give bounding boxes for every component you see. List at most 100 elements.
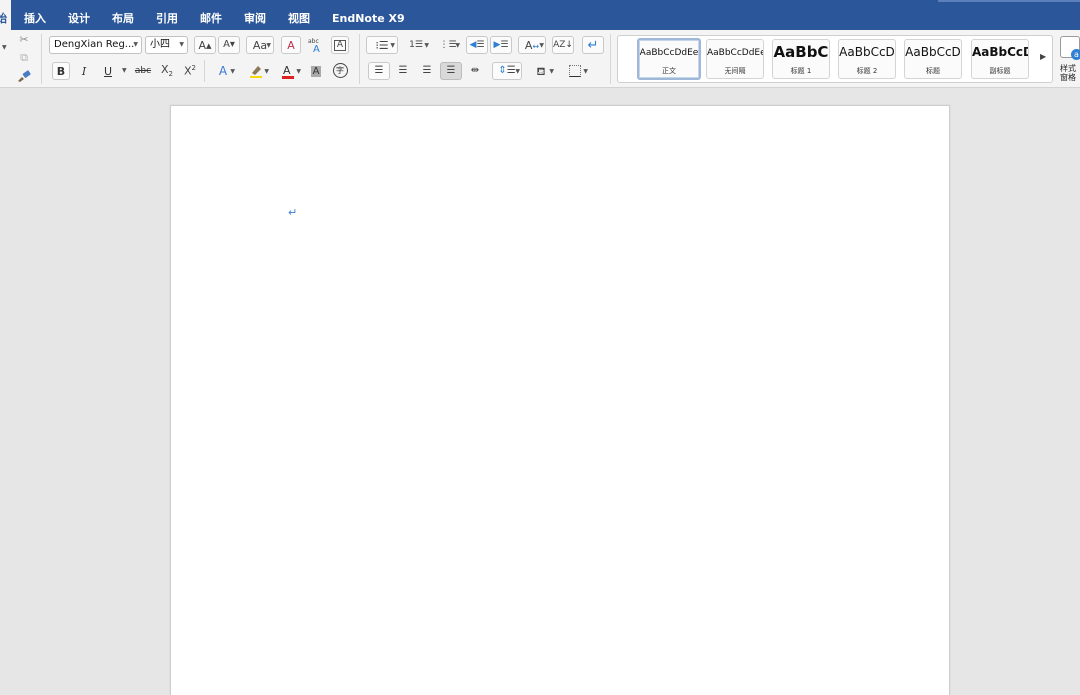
paragraph-mark-icon: ↵ [587, 37, 599, 53]
text-effects-button[interactable]: A ▼ [209, 62, 237, 80]
bullets-button[interactable]: ⁝☰ ▼ [366, 36, 398, 54]
style-subtitle[interactable]: AaBbCcD 副标题 [971, 39, 1029, 79]
change-case-icon: Aa [252, 38, 268, 52]
chevron-down-icon: ▼ [455, 42, 460, 49]
character-border-button[interactable]: A [331, 36, 349, 54]
text-direction-icon: A↔ [524, 38, 540, 52]
strikethrough-button[interactable]: abc [132, 62, 154, 80]
chevron-down-icon: ▼ [515, 68, 520, 75]
svg-text:A: A [283, 64, 291, 77]
tab-design[interactable]: 设计 [68, 0, 90, 30]
subscript-button[interactable]: X2 [158, 62, 176, 80]
style-sample: AaBbCcD [972, 45, 1029, 59]
show-formatting-marks-button[interactable]: ↵ [582, 36, 604, 54]
underline-dropdown-caret[interactable]: ▼ [122, 67, 127, 74]
character-shading-button[interactable]: A [307, 62, 325, 80]
style-sample: AaBbC [773, 43, 829, 61]
decrease-indent-icon: ◀☰ [469, 39, 485, 50]
numbering-button[interactable]: 1☰ ▼ [400, 36, 432, 54]
grow-font-button[interactable]: A▴ [194, 36, 216, 54]
borders-icon [569, 65, 581, 77]
decrease-indent-button[interactable]: ◀☰ [466, 36, 488, 54]
gallery-next-arrow-icon[interactable]: ▶ [1040, 52, 1046, 61]
style-heading-1[interactable]: AaBbC 标题 1 [772, 39, 830, 79]
distributed-button[interactable]: ⇹ [464, 62, 486, 80]
strikethrough-label: abc [134, 66, 152, 76]
paintbrush-icon [18, 70, 31, 82]
align-center-button[interactable]: ☰ [392, 62, 414, 80]
tab-layout[interactable]: 布局 [112, 0, 134, 30]
enclose-characters-button[interactable]: 字 [330, 61, 350, 79]
styles-gallery: AaBbCcDdEe 正文 AaBbCcDdEe 无间隔 AaBbC 标题 1 … [617, 35, 1053, 83]
phonetic-guide-button[interactable]: abc A [305, 36, 327, 54]
scissors-icon: ✂ [19, 32, 29, 46]
format-painter-button[interactable] [15, 68, 33, 84]
borders-button[interactable]: ▼ [560, 62, 590, 80]
style-name: 副标题 [989, 67, 1011, 75]
justify-button[interactable]: ☰ [440, 62, 462, 80]
style-name: 标题 [926, 67, 940, 75]
chevron-down-icon: ▼ [266, 42, 271, 49]
increase-indent-button[interactable]: ▶☰ [490, 36, 512, 54]
font-color-button[interactable]: A ▼ [273, 62, 303, 80]
style-heading-2[interactable]: AaBbCcD 标题 2 [838, 39, 896, 79]
chevron-down-icon: ▼ [230, 68, 235, 75]
style-name: 标题 2 [856, 67, 878, 75]
tab-home[interactable]: 始 [0, 0, 11, 30]
style-sample: AaBbCcDdEe [707, 48, 764, 58]
align-left-button[interactable]: ☰ [368, 62, 390, 80]
document-page[interactable]: ↵ [170, 105, 950, 695]
chevron-down-icon: ▼ [264, 68, 269, 75]
style-title[interactable]: AaBbCcD 标题 [904, 39, 962, 79]
numbered-list-icon: 1☰ [409, 39, 423, 50]
increase-indent-icon: ▶☰ [493, 39, 509, 50]
svg-text:A: A [313, 44, 320, 53]
align-right-icon: ☰ [422, 65, 432, 76]
italic-button[interactable]: I [75, 62, 93, 80]
enclose-characters-label: 字 [332, 62, 348, 78]
chevron-down-icon: ▼ [583, 68, 588, 75]
shading-button[interactable]: ⛾ ▼ [526, 62, 556, 80]
styles-badge-icon: a [1071, 49, 1080, 60]
bulleted-list-icon: ⁝☰ [375, 38, 389, 52]
shrink-font-button[interactable]: A▾ [218, 36, 240, 54]
line-spacing-button[interactable]: ⇕☰ ▼ [492, 62, 522, 80]
tab-review[interactable]: 审阅 [244, 0, 266, 30]
character-shading-label: A [310, 65, 322, 77]
multilevel-list-icon: ⋮☰ [439, 39, 457, 50]
font-family-dropdown[interactable]: DengXian Reg... ▼ [49, 36, 142, 54]
eraser-icon: A [287, 38, 295, 52]
style-sample: AaBbCcD [905, 45, 961, 59]
tab-mailings[interactable]: 邮件 [200, 0, 222, 30]
multilevel-list-button[interactable]: ⋮☰ ▼ [434, 36, 462, 54]
font-size-dropdown[interactable]: 小四 ▼ [145, 36, 188, 54]
highlight-button[interactable]: ▼ [241, 62, 271, 80]
align-right-button[interactable]: ☰ [416, 62, 438, 80]
styles-pane-button[interactable]: a 样式窗格 [1058, 36, 1080, 86]
sort-button[interactable]: AZ↓ [552, 36, 574, 54]
copy-icon: ⧉ [20, 50, 28, 64]
text-direction-button[interactable]: A↔ ▼ [518, 36, 546, 54]
align-center-icon: ☰ [398, 65, 408, 76]
paint-bucket-icon: ⛾ [536, 64, 546, 78]
chevron-down-icon: ▼ [539, 42, 544, 49]
style-normal[interactable]: AaBbCcDdEe 正文 [637, 38, 701, 80]
font-color-icon: A [282, 64, 294, 79]
style-no-spacing[interactable]: AaBbCcDdEe 无间隔 [706, 39, 764, 79]
tab-view[interactable]: 视图 [288, 0, 310, 30]
bold-button[interactable]: B [52, 62, 70, 80]
style-sample: AaBbCcDdEe [639, 48, 699, 58]
tab-insert[interactable]: 插入 [24, 0, 46, 30]
cut-button[interactable]: ✂ [16, 31, 32, 47]
copy-button[interactable]: ⧉ [16, 49, 32, 65]
paste-dropdown-caret[interactable]: ▼ [2, 44, 7, 51]
underline-button[interactable]: U [98, 62, 118, 80]
clear-formatting-button[interactable]: A [281, 36, 301, 54]
align-left-icon: ☰ [374, 65, 384, 76]
tab-references[interactable]: 引用 [156, 0, 178, 30]
change-case-button[interactable]: Aa ▼ [246, 36, 274, 54]
grow-font-icon: A▴ [198, 38, 212, 52]
phonetic-guide-icon: abc A [308, 38, 320, 53]
tab-endnote[interactable]: EndNote X9 [332, 0, 405, 30]
superscript-button[interactable]: X2 [181, 62, 199, 80]
